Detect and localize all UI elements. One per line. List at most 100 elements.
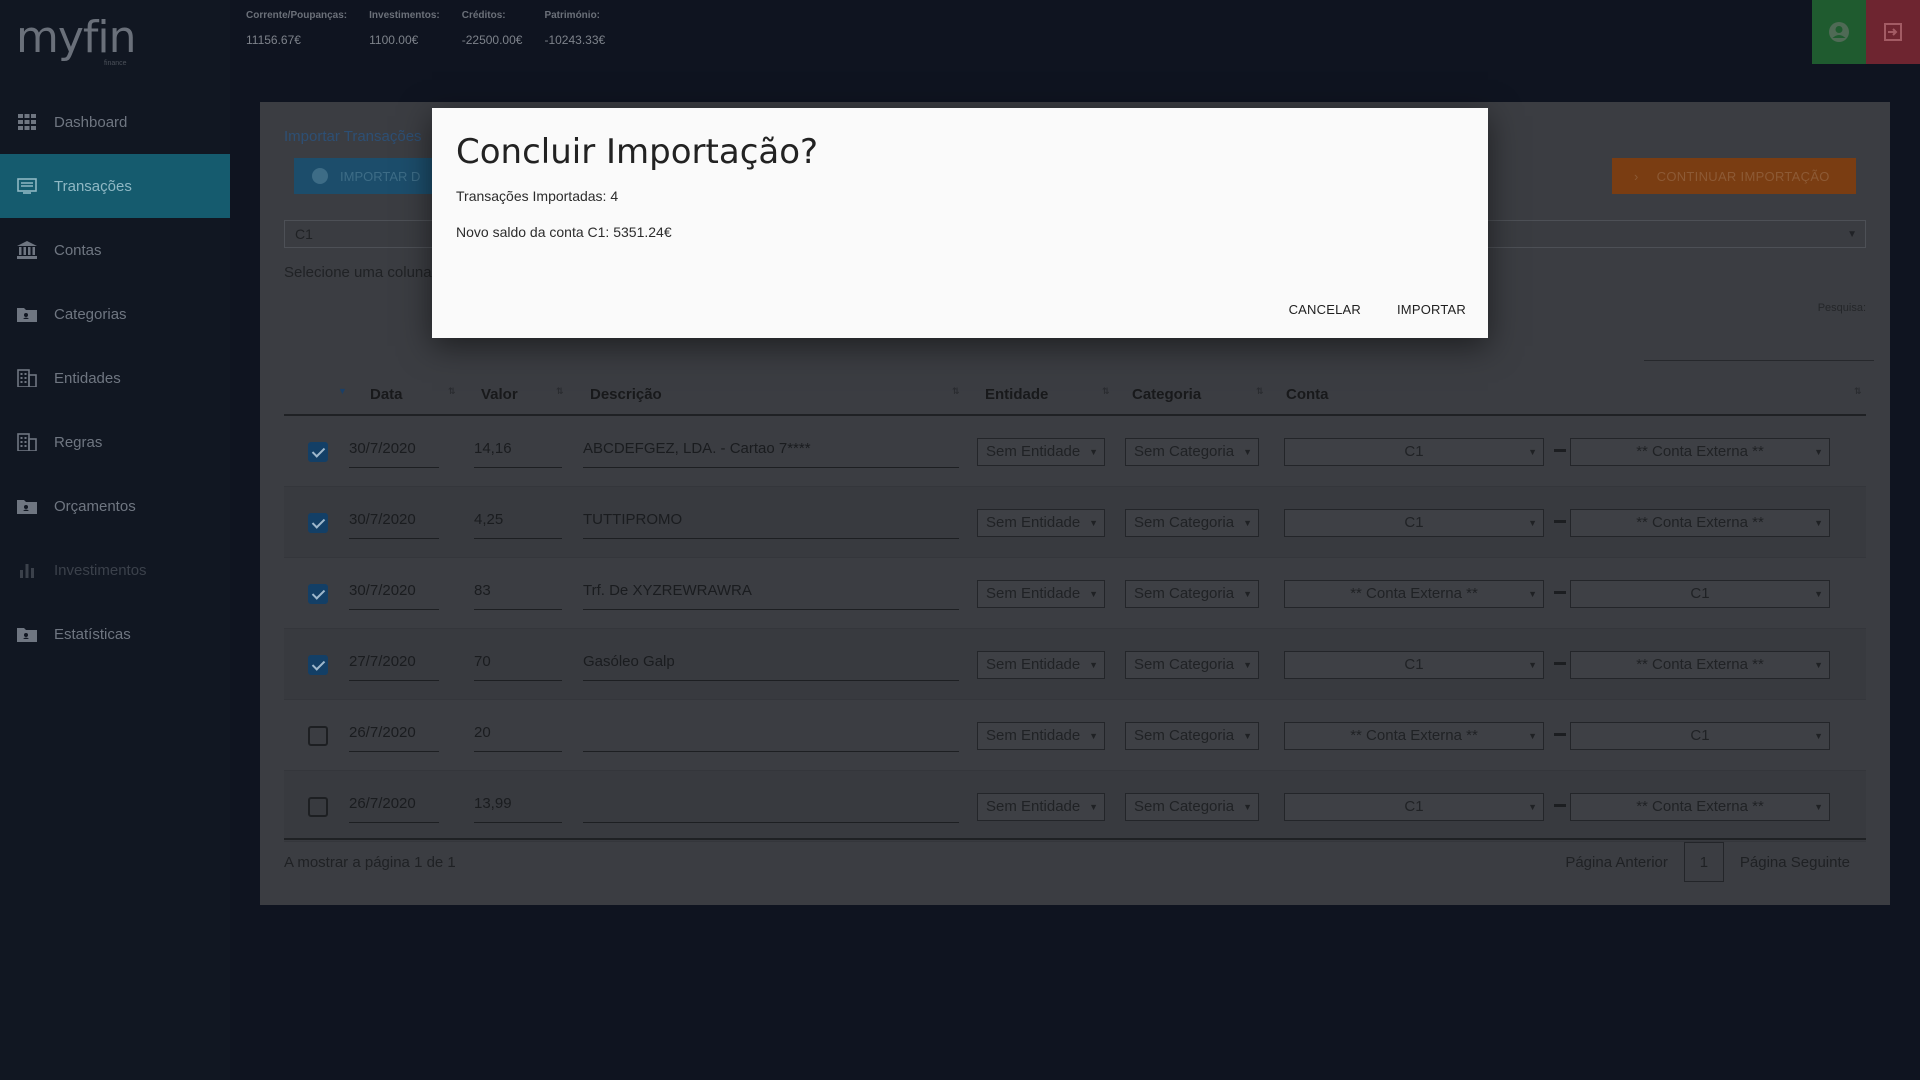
entity-select[interactable]: Sem Entidade ▼ bbox=[977, 438, 1105, 466]
category-select[interactable]: Sem Categoria ▼ bbox=[1125, 580, 1259, 608]
description-field[interactable]: Trf. De XYZREWRAWRA bbox=[583, 576, 959, 610]
continue-import-button[interactable]: › CONTINUAR IMPORTAÇÃO bbox=[1612, 158, 1856, 194]
logo-subtext: finance bbox=[104, 60, 127, 67]
to-account-select[interactable]: ** Conta Externa ** ▼ bbox=[1570, 651, 1830, 679]
account-select-value: C1 bbox=[295, 226, 313, 242]
entity-select[interactable]: Sem Entidade ▼ bbox=[977, 722, 1105, 750]
sort-icon[interactable]: ⇅ bbox=[448, 386, 456, 397]
user-profile-button[interactable] bbox=[1812, 0, 1866, 64]
table-row: 30/7/2020 14,16 ABCDEFGEZ, LDA. - Cartao 7… bbox=[284, 416, 1866, 487]
import-button[interactable]: IMPORTAR bbox=[1397, 302, 1466, 317]
logout-button[interactable] bbox=[1866, 0, 1920, 64]
app-logo[interactable]: myfin finance bbox=[16, 12, 137, 70]
description-field[interactable] bbox=[583, 789, 959, 823]
header-account[interactable]: Conta bbox=[1286, 386, 1329, 403]
value-field[interactable]: 13,99 bbox=[474, 789, 562, 823]
value-field[interactable]: 14,16 bbox=[474, 434, 562, 468]
description-field[interactable] bbox=[583, 718, 959, 752]
row-checkbox[interactable] bbox=[308, 513, 328, 533]
sidebar-item-transacoes[interactable]: Transações bbox=[0, 154, 230, 218]
plus-circle-icon bbox=[312, 168, 328, 184]
header-category[interactable]: Categoria bbox=[1132, 386, 1201, 403]
sidebar: myfin finance Dashboard Transações Contas C… bbox=[0, 0, 230, 1080]
table-body: 30/7/2020 14,16 ABCDEFGEZ, LDA. - Cartao 7… bbox=[284, 416, 1866, 842]
description-field[interactable]: TUTTIPROMO bbox=[583, 505, 959, 539]
sort-desc-icon[interactable]: ▼ bbox=[338, 386, 347, 396]
import-file-button[interactable]: IMPORTAR D bbox=[294, 158, 434, 194]
to-account-select[interactable]: C1 ▼ bbox=[1570, 722, 1830, 750]
row-checkbox[interactable] bbox=[308, 584, 328, 604]
entity-select[interactable]: Sem Entidade ▼ bbox=[977, 509, 1105, 537]
header-date[interactable]: Data bbox=[370, 386, 403, 403]
date-field[interactable]: 30/7/2020 bbox=[349, 576, 439, 610]
category-select[interactable]: Sem Categoria ▼ bbox=[1125, 722, 1259, 750]
description-field[interactable]: Gasóleo Galp bbox=[583, 647, 959, 681]
import-file-label: IMPORTAR D bbox=[340, 168, 421, 184]
to-account-select[interactable]: ** Conta Externa ** ▼ bbox=[1570, 438, 1830, 466]
sort-icon[interactable]: ⇅ bbox=[1854, 386, 1862, 397]
entity-select-value: Sem Entidade bbox=[986, 798, 1081, 815]
entity-select[interactable]: Sem Entidade ▼ bbox=[977, 580, 1105, 608]
sidebar-item-orcamentos[interactable]: Orçamentos bbox=[0, 474, 230, 538]
logo-text: myfin bbox=[16, 12, 137, 63]
breadcrumb[interactable]: Importar Transações bbox=[284, 128, 422, 145]
date-field[interactable]: 26/7/2020 bbox=[349, 789, 439, 823]
row-checkbox[interactable] bbox=[308, 442, 328, 462]
page-number[interactable]: 1 bbox=[1683, 842, 1724, 882]
from-account-select[interactable]: C1 ▼ bbox=[1284, 438, 1544, 466]
sidebar-item-label: Transações bbox=[54, 177, 132, 195]
date-field[interactable]: 27/7/2020 bbox=[349, 647, 439, 681]
sidebar-item-estatisticas[interactable]: Estatísticas bbox=[0, 602, 230, 666]
search-input[interactable] bbox=[1644, 360, 1874, 361]
from-account-value: C1 bbox=[1404, 656, 1424, 673]
sort-icon[interactable]: ⇅ bbox=[1102, 386, 1110, 397]
description-field[interactable]: ABCDEFGEZ, LDA. - Cartao 7**** bbox=[583, 434, 959, 468]
row-checkbox[interactable] bbox=[308, 655, 328, 675]
from-account-select[interactable]: C1 ▼ bbox=[1284, 651, 1544, 679]
entity-select[interactable]: Sem Entidade ▼ bbox=[977, 651, 1105, 679]
top-actions bbox=[1812, 0, 1920, 64]
cancel-button[interactable]: CANCELAR bbox=[1289, 302, 1361, 317]
to-account-select[interactable]: ** Conta Externa ** ▼ bbox=[1570, 509, 1830, 537]
value-field[interactable]: 70 bbox=[474, 647, 562, 681]
entity-select-value: Sem Entidade bbox=[986, 443, 1081, 460]
sort-icon[interactable]: ⇅ bbox=[556, 386, 564, 397]
header-value[interactable]: Valor bbox=[481, 386, 518, 403]
logout-icon bbox=[1884, 23, 1902, 41]
to-account-select[interactable]: C1 ▼ bbox=[1570, 580, 1830, 608]
from-account-select[interactable]: C1 ▼ bbox=[1284, 793, 1544, 821]
sidebar-item-dashboard[interactable]: Dashboard bbox=[0, 90, 230, 154]
table-row: 26/7/2020 20 Sem Entidade ▼ Sem Categoria ▼ **… bbox=[284, 700, 1866, 771]
previous-page-button[interactable]: Página Anterior bbox=[1565, 854, 1668, 871]
header-entity[interactable]: Entidade bbox=[985, 386, 1048, 403]
sidebar-item-categorias[interactable]: Categorias bbox=[0, 282, 230, 346]
sort-icon[interactable]: ⇅ bbox=[1256, 386, 1264, 397]
header-description[interactable]: Descrição bbox=[590, 386, 662, 403]
from-account-select[interactable]: ** Conta Externa ** ▼ bbox=[1284, 722, 1544, 750]
from-account-select[interactable]: C1 ▼ bbox=[1284, 509, 1544, 537]
date-field[interactable]: 26/7/2020 bbox=[349, 718, 439, 752]
sidebar-item-regras[interactable]: Regras bbox=[0, 410, 230, 474]
account-stats: Corrente/Poupanças: 11156.67€ Investimento… bbox=[246, 10, 605, 47]
value-field[interactable]: 83 bbox=[474, 576, 562, 610]
category-select[interactable]: Sem Categoria ▼ bbox=[1125, 509, 1259, 537]
category-select[interactable]: Sem Categoria ▼ bbox=[1125, 793, 1259, 821]
from-account-select[interactable]: ** Conta Externa ** ▼ bbox=[1284, 580, 1544, 608]
category-select-value: Sem Categoria bbox=[1134, 585, 1235, 602]
to-account-value: C1 bbox=[1690, 727, 1710, 744]
value-field[interactable]: 4,25 bbox=[474, 505, 562, 539]
date-field[interactable]: 30/7/2020 bbox=[349, 434, 439, 468]
value-field[interactable]: 20 bbox=[474, 718, 562, 752]
stat-label: Corrente/Poupanças: bbox=[246, 10, 348, 21]
category-select[interactable]: Sem Categoria ▼ bbox=[1125, 438, 1259, 466]
category-select[interactable]: Sem Categoria ▼ bbox=[1125, 651, 1259, 679]
next-page-button[interactable]: Página Seguinte bbox=[1740, 854, 1850, 871]
date-field[interactable]: 30/7/2020 bbox=[349, 505, 439, 539]
row-checkbox[interactable] bbox=[308, 726, 328, 746]
entity-select[interactable]: Sem Entidade ▼ bbox=[977, 793, 1105, 821]
sidebar-item-contas[interactable]: Contas bbox=[0, 218, 230, 282]
to-account-select[interactable]: ** Conta Externa ** ▼ bbox=[1570, 793, 1830, 821]
sort-icon[interactable]: ⇅ bbox=[952, 386, 960, 397]
sidebar-item-entidades[interactable]: Entidades bbox=[0, 346, 230, 410]
row-checkbox[interactable] bbox=[308, 797, 328, 817]
